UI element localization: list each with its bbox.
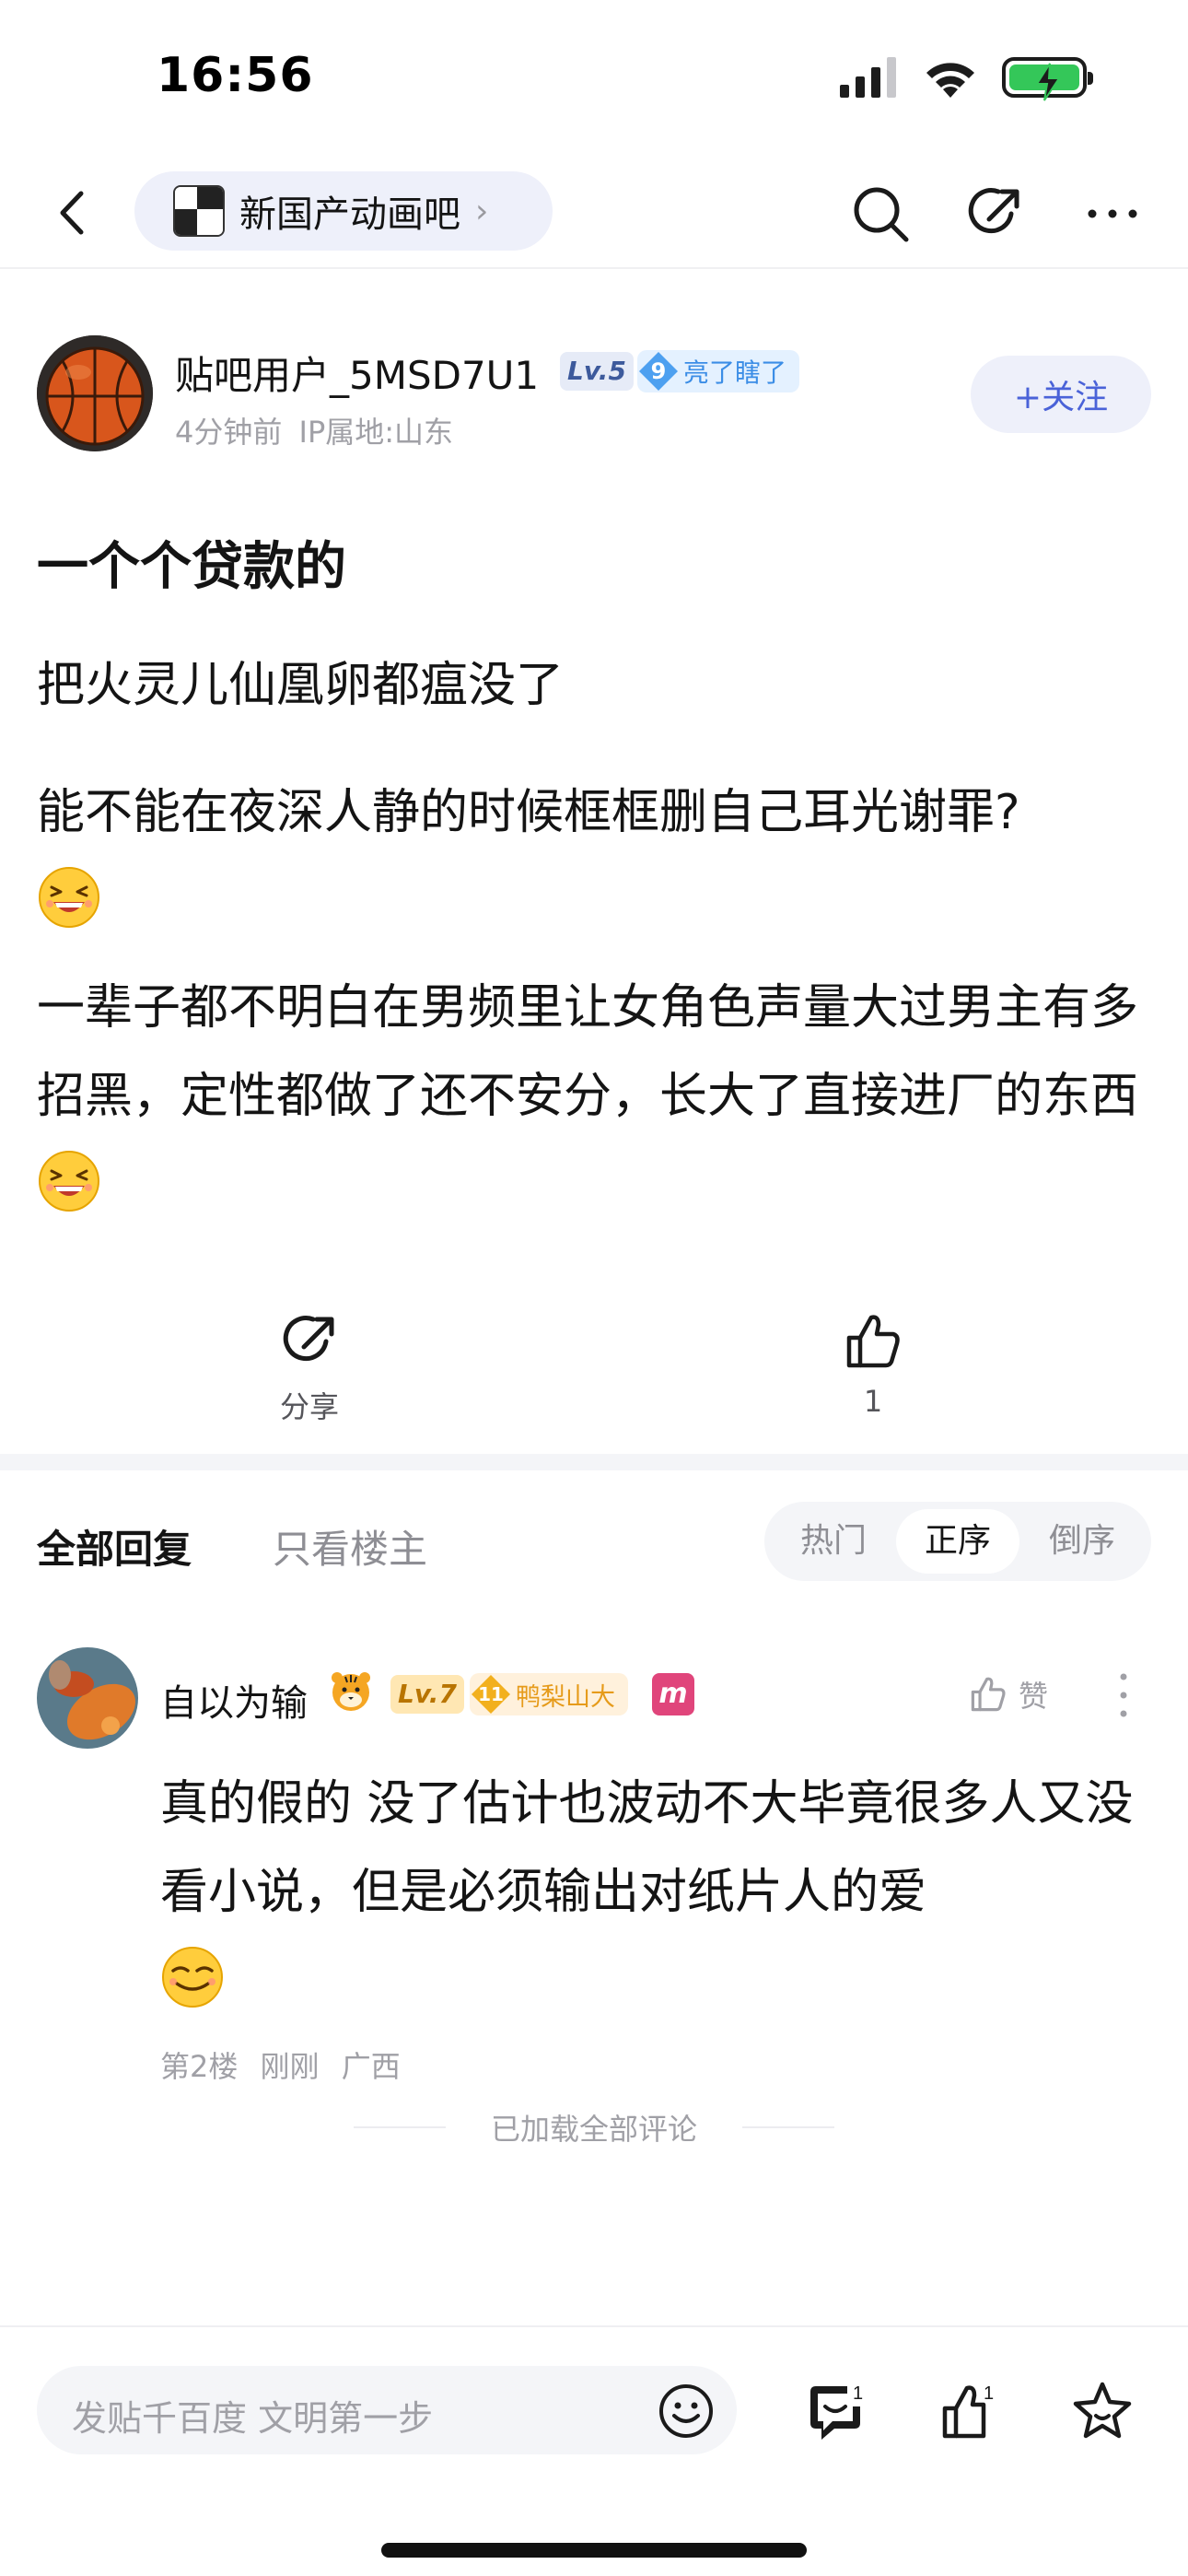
reply-placeholder: 发贴千百度 文明第一步 bbox=[72, 2398, 434, 2439]
author-fan-level: 9 bbox=[650, 358, 667, 384]
basketball-avatar-image bbox=[37, 335, 153, 451]
battery-icon bbox=[1002, 57, 1093, 101]
forum-pill[interactable]: 新国产动画吧 › bbox=[134, 171, 553, 251]
member-badge: m bbox=[652, 1673, 694, 1715]
commenter-fan-title: 鸭梨山大 bbox=[516, 1682, 615, 1712]
cellular-signal-icon bbox=[840, 57, 896, 98]
diamond-icon: 9 bbox=[637, 350, 680, 392]
comment-text: 真的假的 没了估计也波动不大毕竟很多人又没看小说，但是必须输出对纸片人的爱 bbox=[160, 1760, 1155, 2025]
like-action[interactable]: 1 bbox=[790, 1308, 956, 1419]
top-nav: 新国产动画吧 › bbox=[0, 157, 1188, 269]
commenter-avatar[interactable] bbox=[37, 1647, 138, 1749]
reply-tabs: 全部回复 只看楼主 热门 正序 倒序 bbox=[0, 1470, 1188, 1609]
share-label: 分享 bbox=[279, 1389, 339, 1424]
sort-toggle: 热门 正序 倒序 bbox=[764, 1502, 1151, 1581]
share-action[interactable]: 分享 bbox=[227, 1308, 392, 1426]
post-paragraph-1: 把火灵儿仙凰卵都瘟没了 bbox=[37, 658, 565, 713]
comment-count: 1 bbox=[853, 2383, 863, 2404]
comment-time: 刚刚 bbox=[260, 2049, 320, 2084]
all-loaded-text: 已加载全部评论 bbox=[490, 2112, 697, 2147]
diamond-icon: 11 bbox=[470, 1673, 512, 1715]
star-favorite-icon[interactable] bbox=[1070, 2379, 1135, 2443]
comment-meta: 第2楼 刚刚 广西 bbox=[160, 2043, 401, 2086]
status-bar: 16:56 bbox=[0, 0, 1188, 157]
commenter-fan-badge: 11 鸭梨山大 bbox=[470, 1673, 628, 1715]
laughing-emoji-icon bbox=[39, 867, 99, 928]
share-icon[interactable] bbox=[961, 181, 1028, 247]
status-icons bbox=[840, 57, 1093, 101]
sort-descending[interactable]: 倒序 bbox=[1020, 1509, 1144, 1574]
post-meta: 4分钟前 IP属地:山东 bbox=[175, 415, 454, 450]
koi-fish-avatar-image bbox=[37, 1647, 138, 1749]
comment-item: 自以为输 Lv.7 11 鸭梨山大 m 赞 真的假的 没了估计也波动不大毕竟很多… bbox=[0, 1647, 1188, 2090]
commenter-fan-level: 11 bbox=[478, 1683, 504, 1705]
comment-floor: 第2楼 bbox=[160, 2049, 239, 2084]
chevron-right-icon: › bbox=[475, 192, 489, 230]
bottom-bar: 发贴千百度 文明第一步 1 1 bbox=[0, 2325, 1188, 2576]
post-actions: 分享 1 bbox=[0, 1308, 1188, 1437]
post-paragraph-2: 能不能在夜深人静的时候框框删自己耳光谢罪? bbox=[37, 768, 1160, 945]
bottom-like-count: 1 bbox=[984, 2383, 994, 2404]
comment-icon[interactable]: 1 bbox=[803, 2379, 868, 2443]
tiger-emoji-icon bbox=[332, 1672, 370, 1711]
charging-bolt-icon bbox=[1035, 63, 1061, 101]
tab-all-replies[interactable]: 全部回复 bbox=[37, 1518, 192, 1575]
comment-location: 广西 bbox=[341, 2049, 401, 2084]
forum-logo bbox=[173, 185, 225, 237]
sort-hot[interactable]: 热门 bbox=[772, 1509, 895, 1574]
wifi-icon bbox=[926, 63, 974, 98]
comment-like-button[interactable]: 赞 bbox=[967, 1673, 1048, 1715]
thumbs-up-icon bbox=[971, 1677, 1006, 1712]
comment-more-icon[interactable] bbox=[1114, 1669, 1133, 1721]
post-author-row: 贴吧用户_5MSD7U1 Lv.5 9 亮了瞎了 4分钟前 IP属地:山东 +关… bbox=[0, 335, 1188, 455]
post-title: 一个个贷款的 bbox=[37, 537, 346, 597]
forum-name: 新国产动画吧 bbox=[239, 193, 460, 236]
status-time: 16:56 bbox=[157, 48, 314, 103]
author-name[interactable]: 贴吧用户_5MSD7U1 bbox=[175, 345, 539, 401]
thumbs-up-icon[interactable]: 1 bbox=[938, 2379, 1002, 2443]
divider-line-right bbox=[742, 2126, 834, 2128]
section-divider bbox=[0, 1454, 1188, 1470]
follow-button[interactable]: +关注 bbox=[971, 356, 1151, 433]
smug-smile-emoji-icon bbox=[162, 1947, 223, 2008]
comment-like-label: 赞 bbox=[1019, 1679, 1049, 1714]
back-icon[interactable] bbox=[48, 181, 103, 245]
search-icon[interactable] bbox=[847, 181, 914, 247]
sort-ascending[interactable]: 正序 bbox=[896, 1509, 1019, 1574]
thumbs-up-icon bbox=[846, 1315, 900, 1368]
commenter-name[interactable]: 自以为输 bbox=[160, 1673, 308, 1727]
like-count: 1 bbox=[863, 1384, 883, 1419]
share-icon bbox=[283, 1316, 334, 1362]
emoji-picker-icon[interactable] bbox=[658, 2383, 715, 2440]
author-avatar[interactable] bbox=[37, 335, 153, 451]
laughing-emoji-icon bbox=[39, 1151, 99, 1212]
author-fan-badge: 9 亮了瞎了 bbox=[637, 350, 800, 392]
commenter-level-badge: Lv.7 bbox=[390, 1675, 464, 1714]
home-indicator[interactable] bbox=[381, 2543, 807, 2558]
author-level-badge: Lv.5 bbox=[560, 352, 634, 391]
post-paragraph-3: 一辈子都不明白在男频里让女角色声量大过男主有多招黑，定性都做了还不安分，长大了直… bbox=[37, 964, 1160, 1229]
more-icon[interactable] bbox=[1079, 181, 1146, 247]
tab-op-only[interactable]: 只看楼主 bbox=[273, 1518, 427, 1575]
reply-input[interactable]: 发贴千百度 文明第一步 bbox=[37, 2366, 737, 2454]
author-fan-title: 亮了瞎了 bbox=[683, 357, 787, 388]
